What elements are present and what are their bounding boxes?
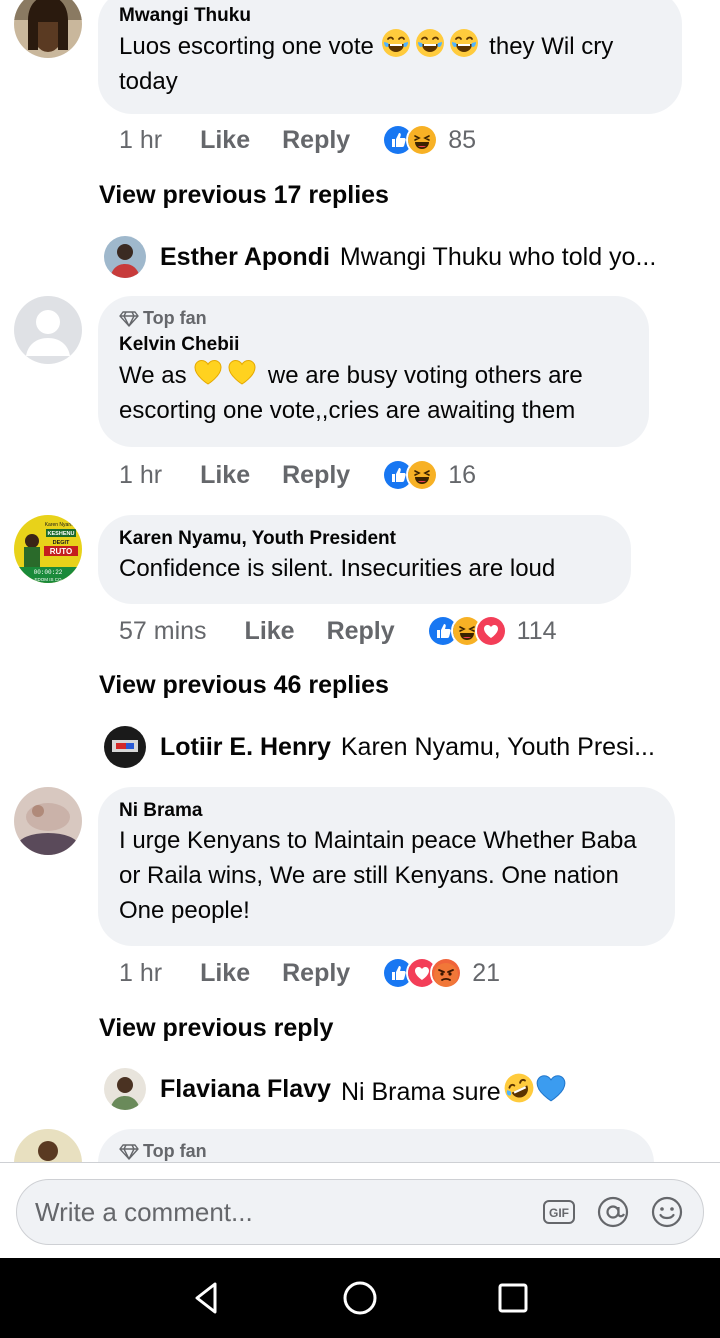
avatar-text: Karen Nyamu <box>45 522 76 528</box>
reaction-summary[interactable]: 85 <box>382 124 476 156</box>
reaction-summary[interactable]: 16 <box>382 459 476 491</box>
comment-bubble[interactable]: Mwangi Thuku Luos escorting one vote the… <box>98 0 682 114</box>
avatar <box>104 726 146 768</box>
reply-button[interactable]: Reply <box>282 959 350 988</box>
avatar[interactable] <box>14 1129 82 1162</box>
view-previous-replies-link[interactable]: View previous 17 replies <box>99 181 389 210</box>
comment-time: 1 hr <box>119 125 163 154</box>
emoji-icon[interactable] <box>649 1194 685 1230</box>
gif-icon[interactable]: GIF <box>541 1194 577 1230</box>
comment-bubble[interactable]: Top fan Kelvin Chebii We as we are busy … <box>98 296 649 447</box>
yellow-heart-icon <box>227 357 257 387</box>
comment-time: 1 hr <box>119 460 163 489</box>
avatar[interactable] <box>14 787 82 855</box>
reply-preview[interactable]: Esther Apondi Mwangi Thuku who told yo..… <box>104 236 694 278</box>
view-previous-replies-link[interactable]: View previous 46 replies <box>99 671 389 700</box>
diamond-icon <box>119 1144 139 1160</box>
comment-composer-bar: Write a comment... GIF <box>0 1162 720 1258</box>
back-icon[interactable] <box>182 1273 232 1323</box>
avatar[interactable]: Karen Nyamu KESHENU DEGIT RUTO 00:00:22 … <box>14 515 82 583</box>
comment-bubble[interactable]: Ni Brama I urge Kenyans to Maintain peac… <box>98 787 675 946</box>
like-button[interactable]: Like <box>200 959 250 988</box>
reply-button[interactable]: Reply <box>282 126 350 155</box>
reply-preview[interactable]: Flaviana Flavy Ni Brama sure <box>104 1068 694 1110</box>
diamond-icon <box>119 311 139 327</box>
top-fan-label: Top fan <box>143 308 207 328</box>
top-fan-badge: Top fan <box>119 1141 633 1162</box>
reaction-count: 114 <box>516 616 557 645</box>
reply-snippet-text: Ni Brama sure <box>340 1077 501 1106</box>
comment-actions: 1 hr Like Reply 21 <box>119 953 500 993</box>
home-icon[interactable] <box>335 1273 385 1323</box>
like-button[interactable]: Like <box>200 461 250 490</box>
avatar-text: EDOM IS CO <box>34 577 62 582</box>
comment-author[interactable]: Kelvin Chebii <box>119 333 628 357</box>
comment-text: Confidence is silent. Insecurities are l… <box>119 555 556 582</box>
reply-snippet: Karen Nyamu, Youth Presi... <box>340 732 655 761</box>
comments-feed[interactable]: Mwangi Thuku Luos escorting one vote the… <box>0 0 720 1162</box>
comment-text: I urge Kenyans to Maintain peace Whether… <box>119 827 637 924</box>
laughing-emoji-icon <box>381 28 411 58</box>
avatar <box>104 236 146 278</box>
reply-author[interactable]: Esther Apondi <box>160 243 330 272</box>
comment-author[interactable]: Ni Brama <box>119 799 654 823</box>
avatar[interactable] <box>14 296 82 364</box>
avatar-text: RUTO <box>50 547 73 556</box>
reaction-summary[interactable]: 21 <box>382 957 500 989</box>
reply-preview[interactable]: Lotiir E. Henry Karen Nyamu, Youth Presi… <box>104 726 694 768</box>
angry-icon <box>430 957 463 989</box>
haha-icon <box>406 124 439 156</box>
recents-icon[interactable] <box>488 1273 538 1323</box>
comment-input-placeholder[interactable]: Write a comment... <box>35 1197 541 1228</box>
blue-heart-icon <box>535 1072 567 1104</box>
view-previous-replies-link[interactable]: View previous reply <box>99 1014 333 1043</box>
laughing-emoji-icon <box>449 28 479 58</box>
top-fan-badge: Top fan <box>119 308 628 329</box>
mention-icon[interactable] <box>595 1194 631 1230</box>
laughing-emoji-icon <box>415 28 445 58</box>
avatar-text: KESHENU <box>48 531 75 537</box>
reply-author[interactable]: Flaviana Flavy <box>160 1075 331 1104</box>
avatar[interactable] <box>14 0 82 58</box>
comment-input[interactable]: Write a comment... GIF <box>16 1179 704 1245</box>
like-button[interactable]: Like <box>200 126 250 155</box>
svg-text:GIF: GIF <box>549 1206 569 1220</box>
comment-text-part: We as <box>119 362 194 389</box>
comment-actions: 57 mins Like Reply 114 <box>119 611 557 651</box>
system-navigation-bar <box>0 1258 720 1338</box>
reply-button[interactable]: Reply <box>282 461 350 490</box>
comment-author[interactable]: Karen Nyamu, Youth President <box>119 527 610 551</box>
reaction-count: 16 <box>448 460 477 489</box>
yellow-heart-icon <box>193 357 223 387</box>
avatar <box>104 1068 146 1110</box>
reaction-summary[interactable]: 114 <box>426 615 557 647</box>
reply-snippet: Ni Brama sure <box>341 1072 571 1107</box>
reaction-count: 85 <box>448 125 477 154</box>
avatar-text: 00:00:22 <box>34 569 63 576</box>
comment-text: Luos escorting one vote they Wil cry tod… <box>119 28 661 99</box>
comment-bubble[interactable]: Karen Nyamu, Youth President Confidence … <box>98 515 631 604</box>
haha-icon <box>406 459 439 491</box>
love-icon <box>474 615 507 647</box>
reaction-count: 21 <box>472 958 501 987</box>
comment-time: 57 mins <box>119 616 207 645</box>
comment-author[interactable]: Mwangi Thuku <box>119 4 661 28</box>
comment-actions: 1 hr Like Reply 16 <box>119 455 476 495</box>
comment-text-part: Luos escorting one vote <box>119 33 381 60</box>
comment-actions: 1 hr Like Reply 85 <box>119 120 476 160</box>
top-fan-label: Top fan <box>143 1141 207 1161</box>
comment-text: We as we are busy voting others are esco… <box>119 357 628 428</box>
comment-time: 1 hr <box>119 958 163 987</box>
reply-snippet: Mwangi Thuku who told yo... <box>339 242 657 271</box>
reply-button[interactable]: Reply <box>327 617 395 646</box>
rolling-laughing-emoji-icon <box>503 1072 535 1104</box>
avatar-text: DEGIT <box>53 540 70 546</box>
like-button[interactable]: Like <box>245 617 295 646</box>
comment-bubble[interactable]: Top fan <box>98 1129 654 1162</box>
reply-author[interactable]: Lotiir E. Henry <box>160 733 331 762</box>
